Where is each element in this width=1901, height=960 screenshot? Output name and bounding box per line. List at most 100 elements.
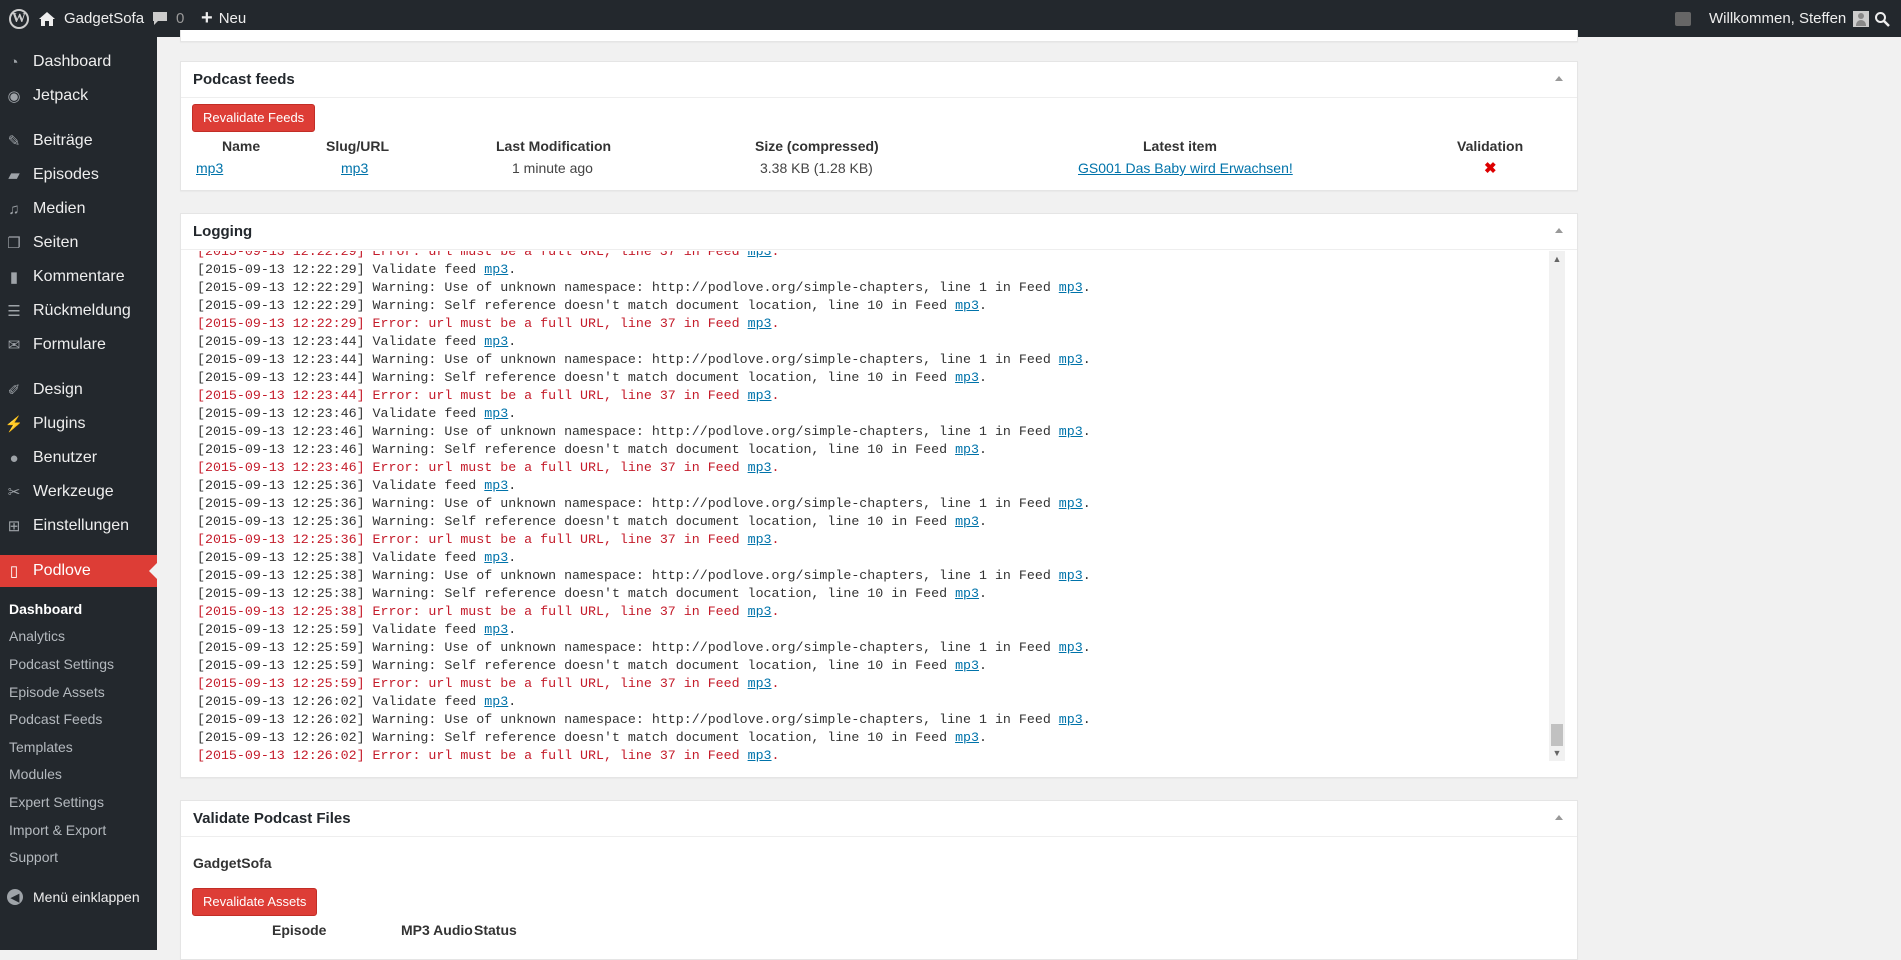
feed-link[interactable]: mp3 <box>748 748 772 763</box>
jetpack-icon: ◉ <box>7 88 21 105</box>
sidebar-item-posts[interactable]: ✎ Beiträge <box>0 125 157 157</box>
sidebar-item-media[interactable]: ♫ Medien <box>0 193 157 225</box>
submenu-expert-settings[interactable]: Expert Settings <box>9 794 104 810</box>
log-line-message: Warning: Use of unknown namespace: http:… <box>364 712 1059 727</box>
sidebar-item-comments[interactable]: ▮ Kommentare <box>0 261 157 293</box>
submenu-modules[interactable]: Modules <box>9 766 62 782</box>
revalidate-assets-button[interactable]: Revalidate Assets <box>192 888 318 916</box>
feed-link[interactable]: mp3 <box>484 622 508 637</box>
feed-link[interactable]: mp3 <box>748 604 772 619</box>
sidebar-item-podlove[interactable]: ▯ Podlove <box>0 555 157 587</box>
submenu-episode-assets[interactable]: Episode Assets <box>9 684 105 700</box>
search-glyph <box>1875 11 1890 27</box>
log-line-text: [2015-09-13 12:25:59] <box>197 658 365 673</box>
panel-header[interactable]: Podcast feeds <box>181 62 1577 98</box>
feed-link[interactable]: mp3 <box>484 406 508 421</box>
feed-link[interactable]: mp3 <box>484 478 508 493</box>
log-line-suffix: . <box>771 604 780 619</box>
sidebar-item-feedback[interactable]: ☰ Rückmeldung <box>0 295 157 327</box>
collapse-menu-button[interactable]: ◀ Menü einklappen <box>0 881 157 913</box>
collapse-toggle-icon[interactable] <box>1555 76 1563 81</box>
feed-link[interactable]: mp3 <box>955 658 979 673</box>
panel-header[interactable]: Logging <box>181 214 1577 250</box>
sidebar-item-users[interactable]: ● Benutzer <box>0 442 157 474</box>
feed-link[interactable]: mp3 <box>484 694 508 709</box>
sidebar-item-jetpack[interactable]: ◉ Jetpack <box>0 80 157 112</box>
submenu-import-export[interactable]: Import & Export <box>9 822 106 838</box>
scroll-up-arrow-icon[interactable]: ▲ <box>1549 251 1565 267</box>
wordpress-logo-icon[interactable]: W <box>0 0 34 37</box>
feed-link[interactable]: mp3 <box>748 388 772 403</box>
column-header-validation: Validation <box>1457 138 1524 154</box>
collapse-toggle-icon[interactable] <box>1555 815 1563 820</box>
feed-link[interactable]: mp3 <box>1059 280 1083 295</box>
submenu-templates[interactable]: Templates <box>9 739 73 755</box>
revalidate-feeds-button[interactable]: Revalidate Feeds <box>192 104 316 132</box>
log-line-message: Warning: Use of unknown namespace: http:… <box>364 640 1059 655</box>
feed-name-link[interactable]: mp3 <box>196 160 223 176</box>
submenu-podcast-settings[interactable]: Podcast Settings <box>9 656 114 672</box>
notification-icon[interactable] <box>1675 0 1691 37</box>
feed-link[interactable]: mp3 <box>1059 424 1083 439</box>
sidebar-item-design[interactable]: ✐ Design <box>0 374 157 406</box>
feed-link[interactable]: mp3 <box>1059 352 1083 367</box>
site-name-menu[interactable]: GadgetSofa <box>38 0 144 37</box>
feed-link[interactable]: mp3 <box>484 334 508 349</box>
column-header-mp3-audio: MP3 Audio <box>401 922 473 938</box>
podcast-feeds-panel: Podcast feeds Revalidate Feeds Name Slug… <box>180 61 1578 191</box>
sidebar-item-tools[interactable]: ✂ Werkzeuge <box>0 476 157 508</box>
feedback-icon: ☰ <box>7 303 21 320</box>
submenu-dashboard[interactable]: Dashboard <box>9 601 82 617</box>
feed-link[interactable]: mp3 <box>1059 496 1083 511</box>
submenu-support[interactable]: Support <box>9 849 58 865</box>
log-line-text: [2015-09-13 12:25:38] <box>197 586 365 601</box>
my-account-menu[interactable]: Willkommen, Steffen <box>1709 0 1870 37</box>
log-line-message: Warning: Self reference doesn't match do… <box>364 730 956 745</box>
feed-last-modification: 1 minute ago <box>512 160 593 176</box>
search-icon[interactable] <box>1874 0 1890 37</box>
validation-error-icon[interactable]: ✖ <box>1484 159 1497 177</box>
feed-link[interactable]: mp3 <box>955 442 979 457</box>
log-line-message: Warning: Self reference doesn't match do… <box>364 514 956 529</box>
feed-link[interactable]: mp3 <box>748 460 772 475</box>
feed-link[interactable]: mp3 <box>484 262 508 277</box>
log-output[interactable]: [2015-09-13 12:22:29] Error: url must be… <box>197 251 1547 766</box>
log-line-message: Validate feed <box>364 550 485 565</box>
feed-link[interactable]: mp3 <box>748 316 772 331</box>
feed-slug-link[interactable]: mp3 <box>341 160 368 176</box>
scroll-thumb[interactable] <box>1551 724 1563 746</box>
sidebar-item-forms[interactable]: ✉ Formulare <box>0 329 157 361</box>
submenu-podcast-feeds[interactable]: Podcast Feeds <box>9 711 102 727</box>
feed-link[interactable]: mp3 <box>955 730 979 745</box>
panel-header[interactable]: Validate Podcast Files <box>181 801 1577 837</box>
feed-link[interactable]: mp3 <box>1059 712 1083 727</box>
log-line-text: [2015-09-13 12:23:46] <box>197 442 365 457</box>
feed-link[interactable]: mp3 <box>955 298 979 313</box>
sidebar-item-dashboard[interactable]: ◔ Dashboard <box>0 46 157 78</box>
new-label: Neu <box>218 10 247 27</box>
log-line: [2015-09-13 12:25:38] Validate feed mp3. <box>197 549 516 567</box>
log-line-suffix: . <box>771 676 780 691</box>
sidebar-item-episodes[interactable]: ▰ Episodes <box>0 159 157 191</box>
log-line-suffix: . <box>508 694 517 709</box>
sidebar-item-settings[interactable]: ⊞ Einstellungen <box>0 510 157 542</box>
feed-link[interactable]: mp3 <box>748 676 772 691</box>
feed-link[interactable]: mp3 <box>1059 640 1083 655</box>
feed-link[interactable]: mp3 <box>955 514 979 529</box>
sidebar-item-plugins[interactable]: ⚡ Plugins <box>0 408 157 440</box>
collapse-toggle-icon[interactable] <box>1555 228 1563 233</box>
feed-link[interactable]: mp3 <box>1059 568 1083 583</box>
log-line-message: Error: url must be a full URL, line 37 i… <box>364 676 748 691</box>
sidebar-item-pages[interactable]: ❐ Seiten <box>0 227 157 259</box>
feed-link[interactable]: mp3 <box>955 370 979 385</box>
plus-icon: + <box>201 7 213 29</box>
feed-link[interactable]: mp3 <box>484 550 508 565</box>
submenu-analytics[interactable]: Analytics <box>9 628 65 644</box>
feed-link[interactable]: mp3 <box>748 532 772 547</box>
feed-latest-item-link[interactable]: GS001 Das Baby wird Erwachsen! <box>1078 160 1293 176</box>
scroll-down-arrow-icon[interactable]: ▼ <box>1549 745 1565 761</box>
log-scrollbar[interactable]: ▲ ▼ <box>1549 251 1565 761</box>
feed-link[interactable]: mp3 <box>955 586 979 601</box>
log-line-text: [2015-09-13 12:26:02] <box>197 730 365 745</box>
log-line-message: Validate feed <box>364 622 485 637</box>
